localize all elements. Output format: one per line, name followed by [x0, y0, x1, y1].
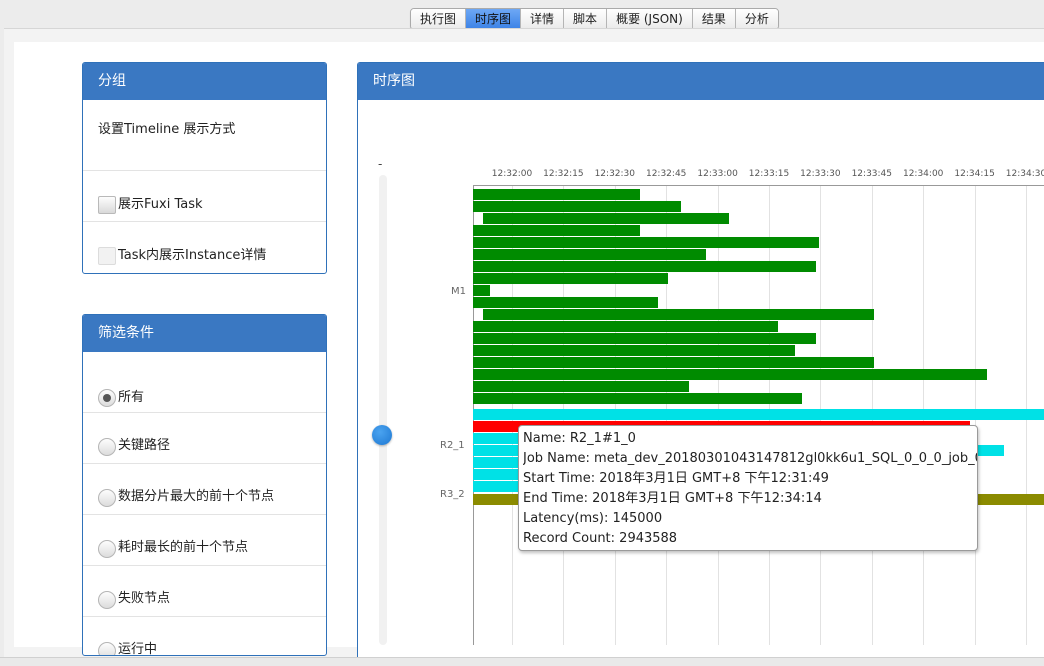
tab-details[interactable]: 详情 [521, 9, 565, 29]
zoom-minus-label: - [378, 157, 383, 171]
task-bar[interactable] [473, 261, 816, 272]
axis-baseline [473, 185, 1044, 186]
time-tick-label: 12:34:30 [1005, 169, 1044, 179]
time-tick-label: 12:34:15 [954, 169, 995, 179]
task-bar[interactable] [473, 381, 689, 392]
task-bar[interactable] [473, 333, 816, 344]
zoom-slider-track[interactable] [379, 175, 387, 645]
task-bar[interactable] [473, 297, 658, 308]
option-show-fuxi-task[interactable]: 展示Fuxi Task [83, 170, 326, 221]
filter-failed-label: 失败节点 [118, 591, 171, 606]
tooltip-end-time: End Time: 2018年3月1日 GMT+8 下午12:34:14 [523, 491, 822, 506]
filter-running-radio[interactable] [98, 642, 116, 655]
tooltip-start-time: Start Time: 2018年3月1日 GMT+8 下午12:31:49 [523, 471, 829, 486]
task-bar[interactable] [473, 273, 668, 284]
task-tooltip: Name: R2_1#1_0 Job Name: meta_dev_201803… [518, 425, 978, 551]
option-instance-details[interactable]: Task内展示Instance详情 [83, 221, 326, 272]
task-bar[interactable] [473, 189, 640, 200]
fuxi-task-checkbox[interactable] [98, 196, 116, 214]
time-tick-label: 12:32:15 [543, 169, 584, 179]
filter-top-duration-label: 耗时最长的前十个节点 [118, 540, 249, 555]
tab-timeline[interactable]: 时序图 [466, 9, 522, 29]
task-bar[interactable] [473, 457, 518, 468]
time-tick-label: 12:33:15 [748, 169, 790, 179]
tooltip-latency: Latency(ms): 145000 [523, 511, 663, 526]
group-panel-description: 设置Timeline 展示方式 [98, 122, 236, 137]
filter-running-label: 运行中 [118, 642, 158, 656]
task-bar[interactable] [473, 225, 640, 236]
filter-top-data-radio[interactable] [98, 489, 116, 507]
filter-option-top-duration[interactable]: 耗时最长的前十个节点 [83, 514, 326, 565]
task-bar[interactable] [473, 285, 490, 296]
task-bar[interactable] [473, 345, 795, 356]
filter-option-all[interactable]: 所有 [83, 367, 326, 412]
filter-all-radio[interactable] [98, 389, 116, 407]
task-bar[interactable] [473, 469, 518, 480]
tooltip-record-count: Record Count: 2943588 [523, 531, 678, 546]
tab-script[interactable]: 脚本 [564, 9, 608, 29]
filter-option-top-data[interactable]: 数据分片最大的前十个节点 [83, 463, 326, 514]
tab-analysis[interactable]: 分析 [735, 9, 778, 29]
tooltip-job-name: Job Name: meta_dev_20180301043147812gl0k… [523, 451, 977, 466]
time-tick-label: 12:32:00 [491, 169, 533, 179]
filter-option-critical-path[interactable]: 关键路径 [83, 412, 326, 463]
tab-summary-json[interactable]: 概要 (JSON) [607, 9, 693, 29]
filter-all-label: 所有 [118, 390, 145, 405]
task-bar[interactable] [473, 249, 706, 260]
task-bar[interactable] [473, 357, 874, 368]
filter-failed-radio[interactable] [98, 591, 116, 609]
filter-top-duration-radio[interactable] [98, 540, 116, 558]
task-bar[interactable] [473, 481, 518, 492]
filter-critical-path-label: 关键路径 [118, 438, 171, 453]
fuxi-task-label: 展示Fuxi Task [118, 197, 203, 212]
group-panel: 分组 设置Timeline 展示方式 展示Fuxi Task Task内展示In… [82, 62, 327, 274]
filter-panel: 筛选条件 所有 关键路径 数据分片最大的前十个节点 耗时最长的前十个节点 失败节… [82, 314, 327, 656]
group-panel-title: 分组 [83, 63, 326, 100]
filter-panel-title: 筛选条件 [83, 315, 326, 352]
task-bar[interactable] [483, 309, 874, 320]
time-tick-label: 12:33:45 [851, 169, 893, 179]
timeline-panel-title: 时序图 [358, 63, 1044, 100]
tab-results[interactable]: 结果 [692, 9, 736, 29]
task-bar[interactable] [473, 201, 681, 212]
filter-top-data-label: 数据分片最大的前十个节点 [118, 489, 275, 504]
time-tick-label: 12:33:00 [697, 169, 738, 179]
task-bar[interactable] [473, 393, 802, 404]
filter-critical-path-radio[interactable] [98, 438, 116, 456]
view-tab-bar: 执行图 时序图 详情 脚本 概要 (JSON) 结果 分析 [410, 8, 779, 30]
task-bar[interactable] [473, 321, 778, 332]
filter-option-failed[interactable]: 失败节点 [83, 565, 326, 616]
time-tick-label: 12:34:00 [902, 169, 944, 179]
tab-execution-graph[interactable]: 执行图 [411, 9, 467, 29]
row-label-r3-2: R3_2 [440, 489, 465, 500]
task-bar[interactable] [473, 237, 819, 248]
filter-option-running[interactable]: 运行中 [83, 616, 326, 656]
row-label-m1: M1 [451, 286, 466, 297]
row-label-r2-1: R2_1 [440, 440, 465, 451]
time-tick-label: 12:32:45 [645, 169, 687, 179]
task-bar[interactable] [473, 409, 1044, 420]
task-bar[interactable] [483, 213, 729, 224]
time-tick-label: 12:33:30 [800, 169, 841, 179]
instance-details-label: Task内展示Instance详情 [118, 248, 267, 263]
task-bar[interactable] [473, 369, 987, 380]
task-bar[interactable] [473, 433, 518, 444]
time-tick-label: 12:32:30 [594, 169, 636, 179]
instance-details-checkbox[interactable] [98, 247, 116, 265]
zoom-slider-handle[interactable] [372, 425, 392, 445]
tooltip-name: Name: R2_1#1_0 [523, 431, 636, 446]
